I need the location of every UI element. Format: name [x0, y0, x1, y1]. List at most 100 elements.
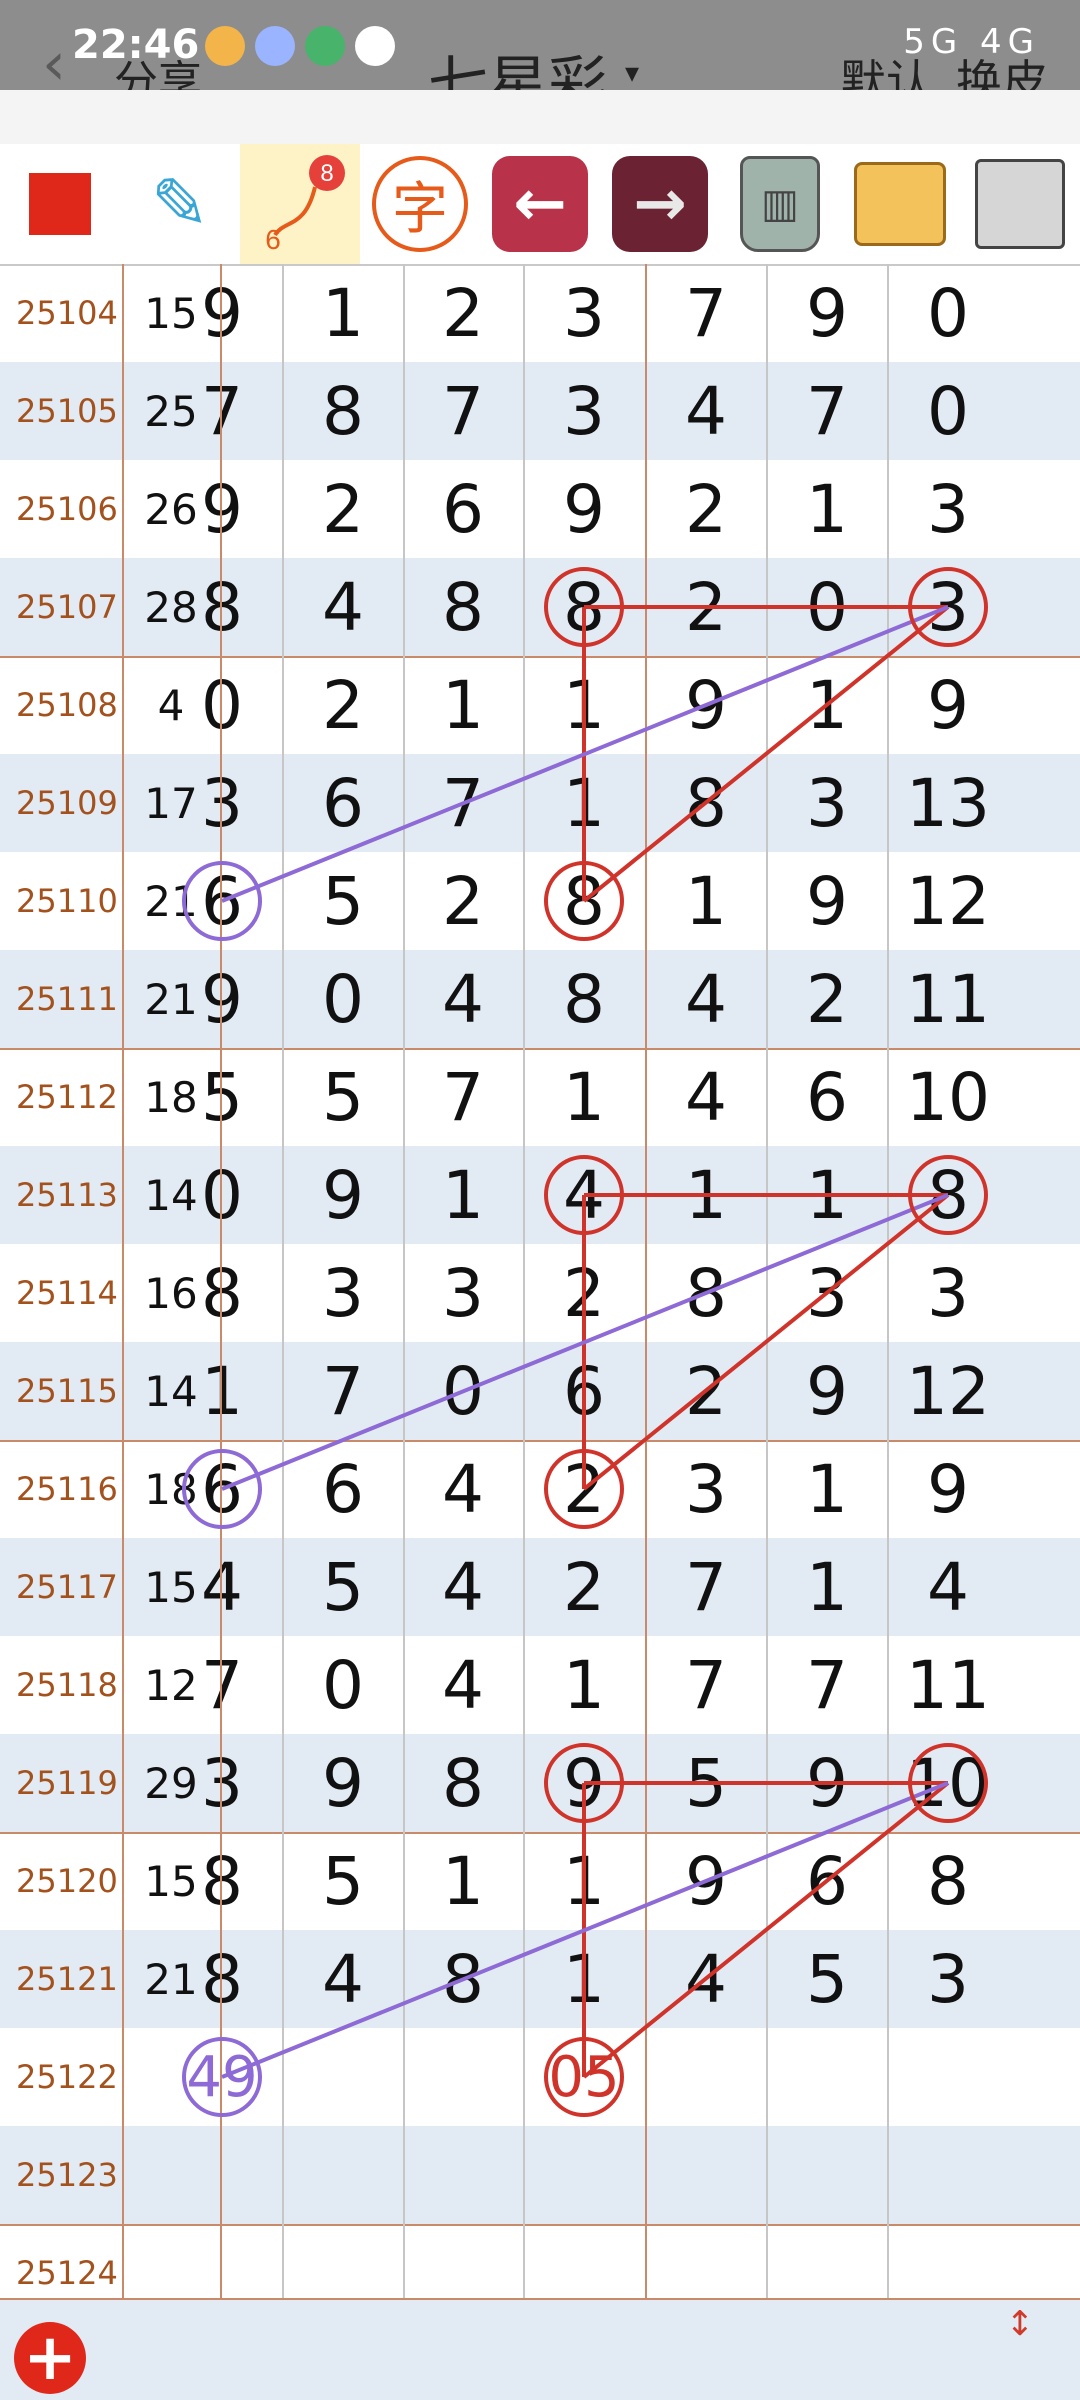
digit-cell[interactable]: 7 [162, 1636, 283, 1734]
digit-cell[interactable]: 4 [403, 1538, 524, 1636]
digit-cell[interactable]: 2 [403, 264, 524, 362]
digit-cell[interactable]: 4 [403, 1636, 524, 1734]
digit-cell[interactable]: 3 [403, 1244, 524, 1342]
red-square-button[interactable] [0, 144, 120, 264]
digit-cell[interactable]: 7 [162, 362, 283, 460]
digit-cell[interactable]: 4 [524, 1146, 645, 1244]
digit-cell[interactable]: 4 [646, 362, 767, 460]
trash-button[interactable]: ▥ [720, 144, 840, 264]
digit-cell[interactable]: 9 [767, 1734, 888, 1832]
table-row[interactable]: 25121 21 8 4 8 1 4 5 3 [0, 1930, 1080, 2028]
table-row[interactable]: 25106 26 9 2 6 9 2 1 3 [0, 460, 1080, 558]
digit-cell[interactable]: 1 [767, 460, 888, 558]
digit-cell[interactable]: 3 [162, 754, 283, 852]
table-row[interactable]: 25117 15 4 5 4 2 7 1 4 [0, 1538, 1080, 1636]
digit-cell[interactable]: 0 [888, 362, 1009, 460]
digit-cell[interactable]: 1 [524, 1832, 645, 1930]
digit-cell[interactable]: 7 [767, 1636, 888, 1734]
digit-cell[interactable] [403, 2126, 524, 2224]
digit-cell[interactable]: 1 [162, 1342, 283, 1440]
digit-cell[interactable]: 4 [646, 1048, 767, 1146]
digit-cell[interactable]: 8 [403, 558, 524, 656]
table-row[interactable]: 25116 18 6 6 4 2 3 1 9 [0, 1440, 1080, 1538]
digit-cell[interactable]: 49 [162, 2028, 283, 2126]
pen-button[interactable]: ✎ [120, 144, 240, 264]
digit-cell[interactable]: 3 [888, 558, 1009, 656]
digit-cell[interactable]: 4 [888, 1538, 1009, 1636]
digit-cell[interactable]: 9 [162, 460, 283, 558]
digit-cell[interactable]: 3 [888, 1244, 1009, 1342]
back-icon[interactable]: ‹ [42, 34, 66, 94]
digit-cell[interactable]: 7 [646, 1636, 767, 1734]
scroll-toggle-icon[interactable]: ↕ [990, 2307, 1050, 2341]
digit-cell[interactable]: 7 [283, 1342, 404, 1440]
digit-cell[interactable]: 4 [403, 1440, 524, 1538]
digit-cell[interactable]: 8 [524, 950, 645, 1048]
digit-cell[interactable]: 7 [403, 1048, 524, 1146]
digit-cell[interactable]: 9 [767, 1342, 888, 1440]
digit-cell[interactable]: 3 [524, 362, 645, 460]
digit-cell[interactable]: 5 [283, 852, 404, 950]
digit-cell[interactable]: 8 [888, 1832, 1009, 1930]
chevron-down-icon[interactable]: ▾ [625, 56, 639, 89]
digit-cell[interactable]: 9 [524, 1734, 645, 1832]
digit-cell[interactable]: 6 [283, 754, 404, 852]
digit-cell[interactable]: 8 [162, 558, 283, 656]
digit-cell[interactable]: 4 [646, 950, 767, 1048]
digit-cell[interactable]: 1 [283, 264, 404, 362]
digit-cell[interactable]: 4 [283, 558, 404, 656]
digit-cell[interactable]: 9 [646, 656, 767, 754]
digit-cell[interactable] [283, 2126, 404, 2224]
char-button[interactable]: 字 [360, 144, 480, 264]
table-row[interactable]: 25115 14 1 7 0 6 2 9 12 [0, 1342, 1080, 1440]
digit-cell[interactable] [767, 2028, 888, 2126]
table-row[interactable]: 25109 17 3 6 7 1 8 3 13 [0, 754, 1080, 852]
digit-cell[interactable] [888, 2028, 1009, 2126]
add-button[interactable]: + [14, 2322, 86, 2394]
digit-cell[interactable]: 13 [888, 754, 1009, 852]
digit-cell[interactable]: 8 [888, 1146, 1009, 1244]
table-row[interactable]: 25113 14 0 9 1 4 1 1 8 [0, 1146, 1080, 1244]
digit-cell[interactable]: 1 [403, 1146, 524, 1244]
digit-cell[interactable]: 8 [524, 558, 645, 656]
digit-cell[interactable]: 10 [888, 1734, 1009, 1832]
digit-cell[interactable]: 9 [162, 950, 283, 1048]
digit-cell[interactable]: 0 [283, 950, 404, 1048]
digit-cell[interactable]: 1 [524, 656, 645, 754]
digit-cell[interactable]: 3 [888, 460, 1009, 558]
digit-cell[interactable]: 1 [524, 754, 645, 852]
digit-cell[interactable]: 9 [283, 1146, 404, 1244]
digit-cell[interactable] [524, 2126, 645, 2224]
digit-cell[interactable]: 0 [403, 1342, 524, 1440]
table-row[interactable]: 25122 49 05 [0, 2028, 1080, 2126]
save-button[interactable] [960, 144, 1080, 264]
digit-cell[interactable]: 8 [403, 1930, 524, 2028]
digit-cell[interactable]: 3 [767, 1244, 888, 1342]
digit-cell[interactable]: 7 [646, 1538, 767, 1636]
digit-cell[interactable]: 2 [646, 1342, 767, 1440]
digit-cell[interactable]: 9 [162, 264, 283, 362]
digit-cell[interactable]: 9 [524, 460, 645, 558]
digit-cell[interactable]: 9 [646, 1832, 767, 1930]
digit-cell[interactable]: 8 [162, 1244, 283, 1342]
digit-cell[interactable]: 4 [283, 1930, 404, 2028]
digit-cell[interactable]: 5 [767, 1930, 888, 2028]
digit-cell[interactable]: 1 [767, 1146, 888, 1244]
digit-cell[interactable]: 2 [646, 460, 767, 558]
digit-cell[interactable]: 12 [888, 852, 1009, 950]
digit-cell[interactable] [162, 2126, 283, 2224]
digit-cell[interactable]: 1 [524, 1048, 645, 1146]
table-row[interactable]: 25104 15 9 1 2 3 7 9 0 [0, 264, 1080, 362]
digit-cell[interactable]: 2 [767, 950, 888, 1048]
digit-cell[interactable]: 1 [524, 1930, 645, 2028]
table-row[interactable]: 25118 12 7 0 4 1 7 7 11 [0, 1636, 1080, 1734]
digit-cell[interactable]: 0 [162, 656, 283, 754]
table-row[interactable]: 25119 29 3 9 8 9 5 9 10 [0, 1734, 1080, 1832]
digit-cell[interactable]: 2 [283, 460, 404, 558]
digit-cell[interactable]: 05 [524, 2028, 645, 2126]
digit-cell[interactable]: 8 [646, 754, 767, 852]
digit-cell[interactable]: 5 [646, 1734, 767, 1832]
digit-cell[interactable]: 9 [767, 264, 888, 362]
photos-button[interactable] [840, 144, 960, 264]
digit-cell[interactable]: 4 [646, 1930, 767, 2028]
